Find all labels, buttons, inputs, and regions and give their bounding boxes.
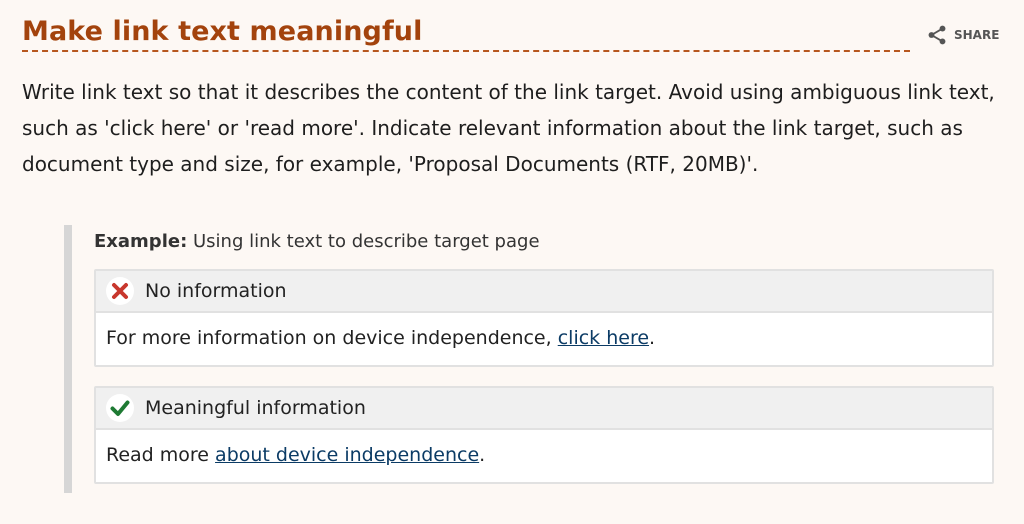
example-caption-text: Using link text to describe target page (187, 231, 540, 252)
bad-example-heading: No information (145, 280, 287, 302)
good-example-body: Read more about device independence. (96, 430, 992, 480)
good-example-header: Meaningful information (96, 388, 992, 430)
good-example-text: Read more (106, 444, 216, 466)
section-title: Make link text meaningful (22, 16, 423, 47)
good-example-box: Meaningful information Read more about d… (94, 386, 994, 484)
check-icon (106, 394, 134, 422)
good-example-period: . (479, 444, 486, 466)
bad-example-text: For more information on device independe… (106, 327, 558, 349)
example-caption: Example: Using link text to describe tar… (94, 231, 540, 252)
share-icon (926, 24, 948, 46)
good-example-heading: Meaningful information (145, 397, 366, 419)
example-block: Example: Using link text to describe tar… (64, 225, 1002, 493)
device-independence-link[interactable]: about device independence (215, 444, 479, 466)
bad-example-body: For more information on device independe… (96, 313, 992, 363)
bad-example-header: No information (96, 271, 992, 313)
cross-icon (106, 277, 134, 305)
page: Make link text meaningful SHARE Write li… (0, 0, 1024, 524)
share-button[interactable]: SHARE (926, 24, 999, 46)
share-label: SHARE (954, 28, 1000, 42)
example-caption-label: Example: (94, 231, 188, 252)
click-here-link[interactable]: click here (558, 327, 649, 349)
bad-example-box: No information For more information on d… (94, 269, 994, 367)
bad-example-period: . (649, 327, 656, 349)
intro-paragraph: Write link text so that it describes the… (22, 80, 995, 176)
section-header: Make link text meaningful (22, 14, 910, 52)
